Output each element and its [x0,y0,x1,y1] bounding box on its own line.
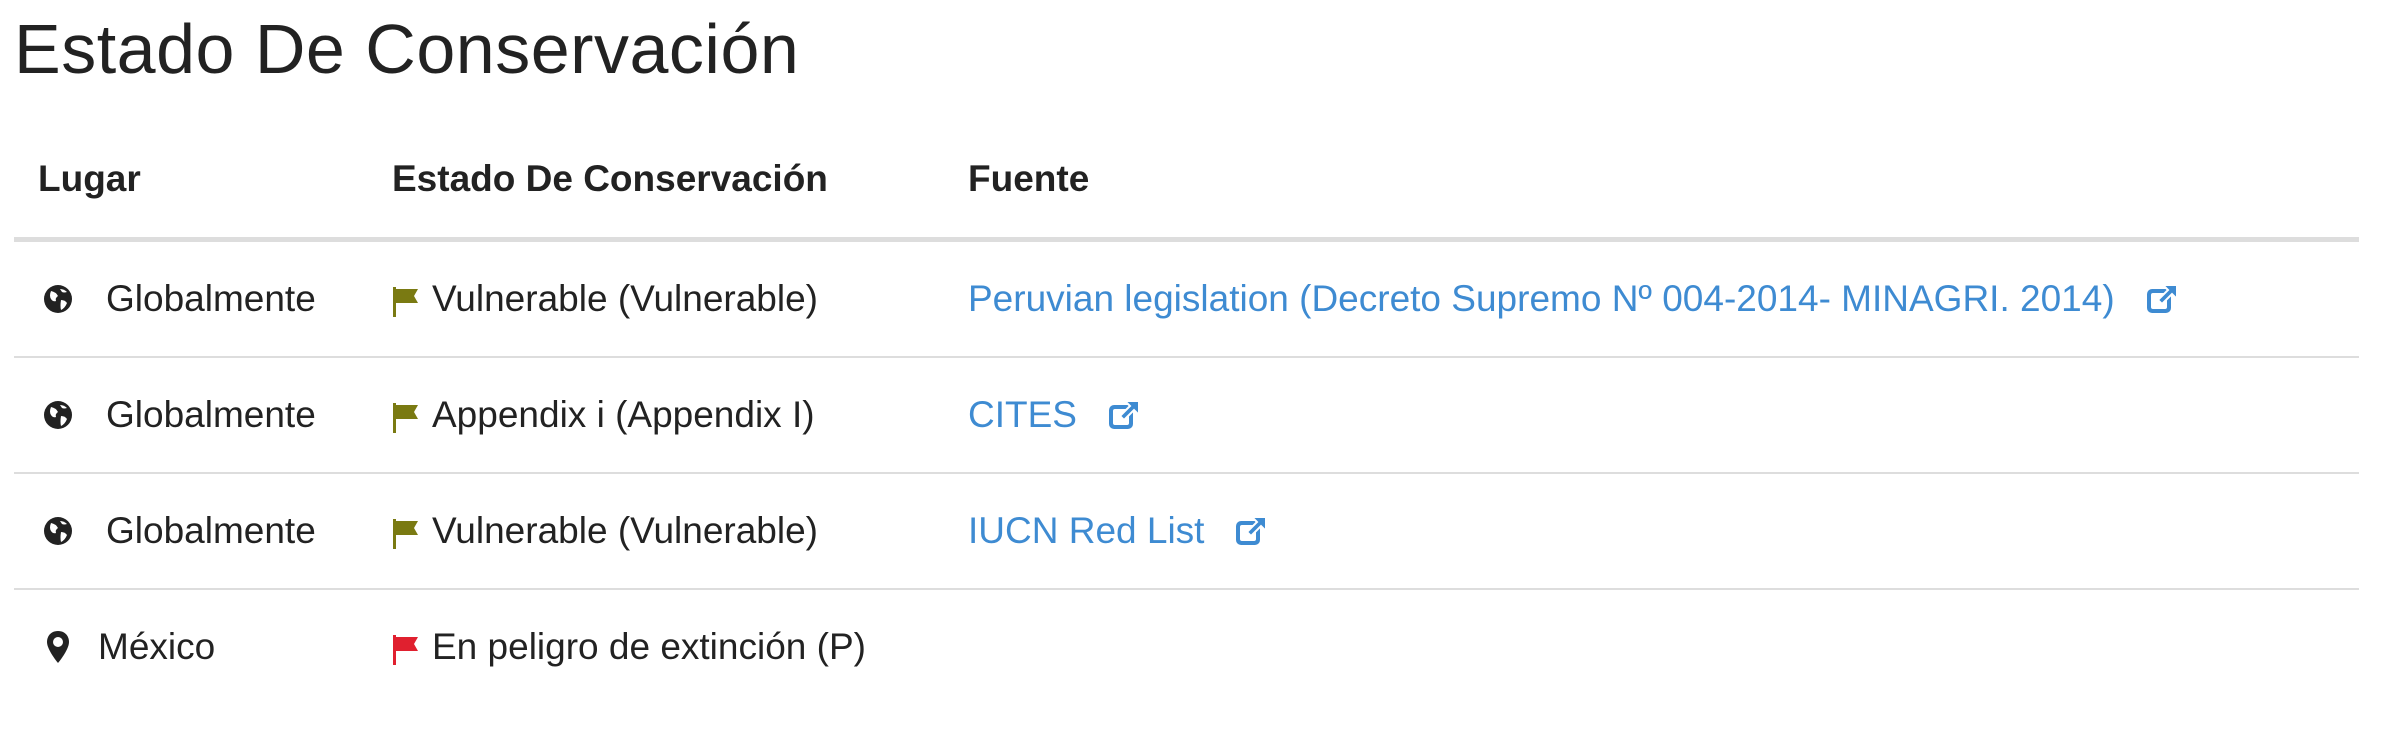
source-link-iucn-red-list[interactable]: IUCN Red List [968,508,1204,554]
conservation-status-table: Lugar Estado De Conservación Fuente Glob… [14,130,2359,730]
external-link-icon[interactable] [2145,283,2179,315]
table-row: Globalmente Vulnerable (Vulnerable) IUCN… [14,474,2359,590]
globe-icon [38,284,78,314]
external-link-icon[interactable] [1234,515,1268,547]
table-row: México En peligro de extinción (P) [14,590,2359,730]
place-cell: Globalmente [38,392,316,438]
flag-icon [392,398,432,444]
table-header-row: Lugar Estado De Conservación Fuente [14,130,2359,242]
flag-icon [392,514,432,560]
globe-icon [38,516,78,546]
status-label: Vulnerable (Vulnerable) [432,510,818,551]
source-cell: IUCN Red List [968,508,1268,554]
source-link-peruvian-legislation[interactable]: Peruvian legislation (Decreto Supremo Nº… [968,276,2115,322]
flag-icon [392,630,432,676]
table-row: Globalmente Vulnerable (Vulnerable) Peru… [14,242,2359,358]
place-label: Globalmente [106,278,316,319]
status-cell: Vulnerable (Vulnerable) [392,508,818,560]
status-label: Vulnerable (Vulnerable) [432,278,818,319]
place-label: Globalmente [106,394,316,435]
place-label: Globalmente [106,510,316,551]
status-cell: Appendix i (Appendix I) [392,392,815,444]
map-marker-icon [38,630,78,664]
place-label: México [98,626,216,667]
status-cell: Vulnerable (Vulnerable) [392,276,818,328]
place-cell: Globalmente [38,276,316,322]
status-label: En peligro de extinción (P) [432,626,866,667]
source-link-cites[interactable]: CITES [968,392,1077,438]
source-cell: CITES [968,392,1141,438]
globe-icon [38,400,78,430]
flag-icon [392,282,432,328]
source-cell: Peruvian legislation (Decreto Supremo Nº… [968,276,2179,322]
place-cell: Globalmente [38,508,316,554]
header-source: Fuente [968,158,1090,199]
header-place: Lugar [38,158,141,199]
header-status: Estado De Conservación [392,158,828,199]
page-title: Estado De Conservación [14,10,800,88]
status-cell: En peligro de extinción (P) [392,624,892,676]
place-cell: México [38,624,215,670]
external-link-icon[interactable] [1107,399,1141,431]
status-label: Appendix i (Appendix I) [432,394,815,435]
table-row: Globalmente Appendix i (Appendix I) CITE… [14,358,2359,474]
